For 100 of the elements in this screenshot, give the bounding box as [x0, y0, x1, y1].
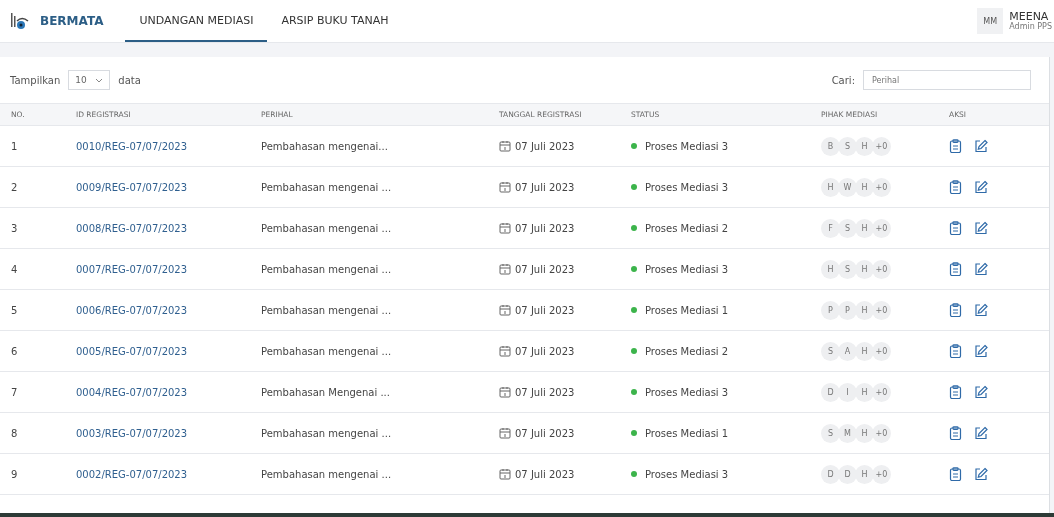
date-text: 07 Juli 2023 [515, 222, 575, 234]
party-avatar: +0 [872, 177, 891, 197]
party-avatar: D [821, 464, 840, 484]
date-text: 07 Juli 2023 [515, 181, 575, 193]
search-label: Cari: [831, 74, 855, 86]
clipboard-icon[interactable] [949, 262, 962, 276]
registration-link[interactable]: 0002/REG-07/07/2023 [76, 468, 188, 480]
search-field[interactable]: Perihal [863, 70, 1031, 90]
status-text: Proses Mediasi 2 [645, 345, 729, 357]
logo-icon [10, 11, 30, 31]
calendar-icon [499, 386, 511, 398]
date-text: 07 Juli 2023 [515, 427, 575, 439]
party-avatar: H [855, 423, 874, 443]
clipboard-icon[interactable] [949, 221, 962, 235]
status-text: Proses Mediasi 1 [645, 427, 729, 439]
party-avatar: S [838, 259, 857, 279]
status-text: Proses Mediasi 3 [645, 468, 729, 480]
party-avatar: +0 [872, 300, 891, 320]
party-avatar: S [821, 423, 840, 443]
table-cell: 7 [0, 372, 65, 413]
table-cell: Pembahasan mengenai ... [250, 167, 488, 208]
party-avatar: P [838, 300, 857, 320]
party-avatar: F [821, 218, 840, 238]
table-cell: Pembahasan mengenai ... [250, 454, 488, 495]
edit-icon[interactable] [974, 221, 988, 235]
edit-icon[interactable] [974, 385, 988, 399]
calendar-icon [499, 181, 511, 193]
registration-link[interactable]: 0007/REG-07/07/2023 [76, 263, 188, 275]
table-cell: Pembahasan mengenai ... [250, 290, 488, 331]
status-text: Proses Mediasi 3 [645, 263, 729, 275]
party-avatar: +0 [872, 382, 891, 402]
party-avatar: H [855, 259, 874, 279]
clipboard-icon[interactable] [949, 344, 962, 358]
table-cell: 8 [0, 413, 65, 454]
clipboard-icon[interactable] [949, 139, 962, 153]
status-text: Proses Mediasi 3 [645, 386, 729, 398]
party-avatar: +0 [872, 218, 891, 238]
edit-icon[interactable] [974, 139, 988, 153]
registration-link[interactable]: 0005/REG-07/07/2023 [76, 345, 188, 357]
date-text: 07 Juli 2023 [515, 140, 575, 152]
clipboard-icon[interactable] [949, 303, 962, 317]
status-text: Proses Mediasi 3 [645, 181, 729, 193]
party-avatar: A [838, 341, 857, 361]
status-text: Proses Mediasi 2 [645, 222, 729, 234]
user-avatar[interactable]: MM [977, 8, 1004, 34]
date-text: 07 Juli 2023 [515, 304, 575, 316]
registration-link[interactable]: 0009/REG-07/07/2023 [76, 181, 188, 193]
registration-link[interactable]: 0006/REG-07/07/2023 [76, 304, 188, 316]
table-cell: 6 [0, 331, 65, 372]
party-avatar: +0 [872, 423, 891, 443]
party-avatar: M [838, 423, 857, 443]
edit-icon[interactable] [974, 180, 988, 194]
edit-icon[interactable] [974, 344, 988, 358]
table-cell: Pembahasan mengenai... [250, 126, 488, 167]
calendar-icon [499, 345, 511, 357]
table-cell: Pembahasan mengenai ... [250, 413, 488, 454]
nav-tab[interactable]: UNDANGAN MEDIASI [125, 0, 268, 42]
table-cell: Pembahasan mengenai ... [250, 208, 488, 249]
calendar-icon [499, 263, 511, 275]
registration-link[interactable]: 0008/REG-07/07/2023 [76, 222, 188, 234]
party-avatar: H [855, 382, 874, 402]
user-name: MEENA [1009, 10, 1049, 23]
registration-link[interactable]: 0010/REG-07/07/2023 [76, 140, 188, 152]
party-avatar: S [821, 341, 840, 361]
status-text: Proses Mediasi 3 [645, 140, 729, 152]
nav-tab[interactable]: ARSIP BUKU TANAH [267, 0, 403, 42]
calendar-icon [499, 427, 511, 439]
date-text: 07 Juli 2023 [515, 345, 575, 357]
status-text: Proses Mediasi 1 [645, 304, 729, 316]
party-avatar: S [838, 218, 857, 238]
date-text: 07 Juli 2023 [515, 263, 575, 275]
party-avatar: H [821, 259, 840, 279]
party-avatar: P [821, 300, 840, 320]
table-cell: Pembahasan mengenai ... [250, 331, 488, 372]
table-cell: Pembahasan mengenai ... [250, 249, 488, 290]
table-cell: Pembahasan Mengenai ... [250, 372, 488, 413]
party-avatar: H [855, 177, 874, 197]
edit-icon[interactable] [974, 426, 988, 440]
registration-link[interactable]: 0004/REG-07/07/2023 [76, 386, 188, 398]
clipboard-icon[interactable] [949, 180, 962, 194]
chevron-down-icon [95, 77, 104, 83]
party-avatar: +0 [872, 341, 891, 361]
table-cell: 2 [0, 167, 65, 208]
party-avatar: B [821, 136, 840, 156]
edit-icon[interactable] [974, 303, 988, 317]
clipboard-icon[interactable] [949, 426, 962, 440]
show-suffix: data [118, 74, 141, 86]
calendar-icon [499, 140, 511, 152]
table-cell: 5 [0, 290, 65, 331]
registration-link[interactable]: 0003/REG-07/07/2023 [76, 427, 188, 439]
party-avatar: +0 [872, 136, 891, 156]
edit-icon[interactable] [974, 262, 988, 276]
party-avatar: H [821, 177, 840, 197]
edit-icon[interactable] [974, 467, 988, 481]
clipboard-icon[interactable] [949, 385, 962, 399]
table-cell: 3 [0, 208, 65, 249]
table-cell: 9 [0, 454, 65, 495]
calendar-icon [499, 468, 511, 480]
page-size-select[interactable]: 10 [68, 70, 111, 90]
clipboard-icon[interactable] [949, 467, 962, 481]
